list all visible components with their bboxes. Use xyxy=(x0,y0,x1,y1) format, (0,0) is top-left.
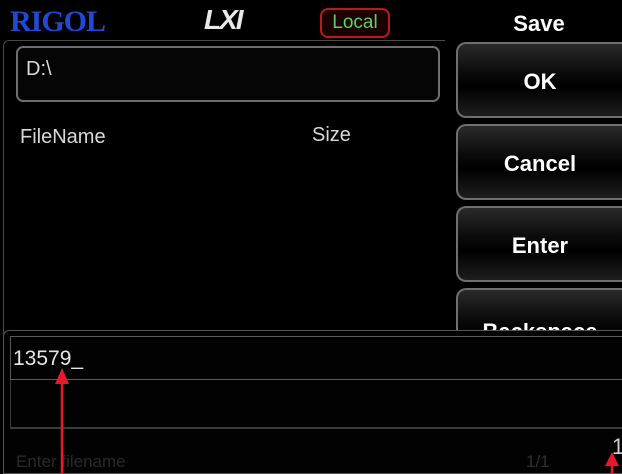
local-status-badge[interactable]: Local xyxy=(320,8,390,38)
ok-button[interactable]: OK xyxy=(456,42,622,118)
lxi-logo: LXI xyxy=(204,4,244,35)
path-field[interactable]: D:\ xyxy=(16,46,440,102)
annotation-arrow-up-icon xyxy=(605,452,619,474)
page-indicator: 1/1 xyxy=(526,452,550,471)
column-header-filename: FileName xyxy=(20,126,106,148)
brand-logo: RIGOL xyxy=(10,5,106,38)
filename-input[interactable]: 13579_ xyxy=(10,336,622,380)
cancel-button[interactable]: Cancel xyxy=(456,124,622,200)
annotation-arrow-up-icon xyxy=(55,368,69,474)
input-line-empty xyxy=(10,380,622,428)
enter-button[interactable]: Enter xyxy=(456,206,622,282)
menu-title: Save xyxy=(513,11,565,36)
column-header-size: Size xyxy=(312,124,351,146)
